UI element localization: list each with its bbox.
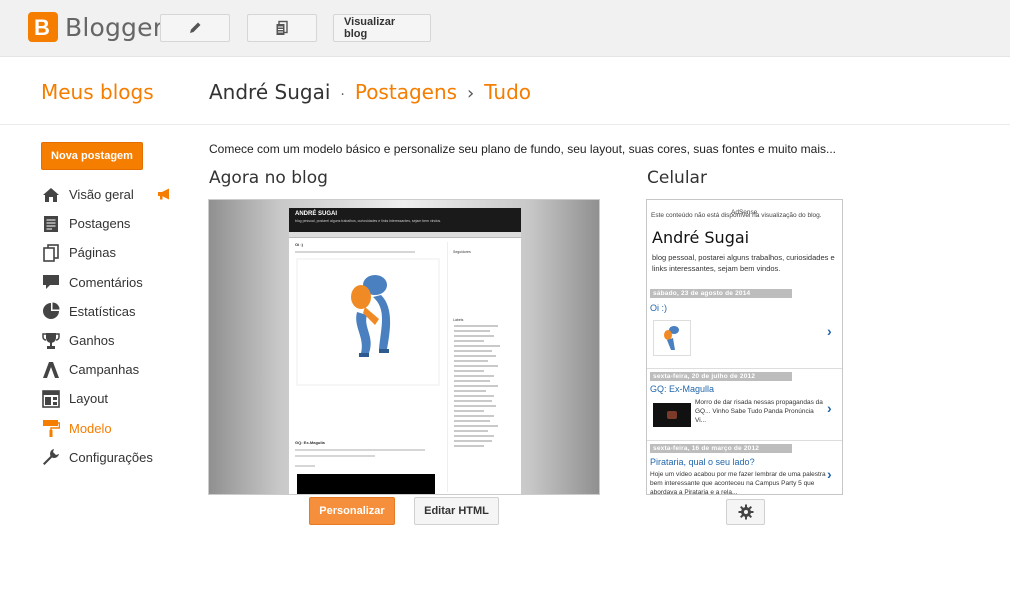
sidebar-item-label: Configurações — [69, 449, 153, 465]
sidebar-item-comments[interactable]: Comentários — [41, 268, 181, 297]
preview-labels-heading: Labels — [453, 318, 464, 322]
campaign-icon — [41, 361, 61, 379]
new-post-button[interactable]: Nova postagem — [41, 142, 143, 170]
mobile-post-snippet: Hoje um vídeo acabou por me fazer lembra… — [650, 471, 826, 495]
page-header: Meus blogs André Sugai · Postagens › Tud… — [0, 58, 1010, 125]
my-blogs-link[interactable]: Meus blogs — [41, 80, 154, 104]
top-bar: B Blogger Visualizar blog — [0, 0, 1010, 57]
preview-header: ANDRÉ SUGAI blog pessoal, postarei algun… — [289, 208, 521, 232]
blogger-logo-icon: B — [28, 12, 58, 42]
mobile-post-chevron[interactable]: › — [827, 466, 832, 482]
sidebar-item-layout[interactable]: Layout — [41, 384, 181, 413]
mobile-post-title[interactable]: Pirataria, qual o seu lado? — [650, 457, 755, 467]
sidebar-item-template[interactable]: Modelo — [41, 414, 181, 443]
home-icon — [41, 186, 61, 204]
mobile-post-chevron[interactable]: › — [827, 400, 832, 416]
mobile-adsense-label: AdSense — [731, 209, 758, 216]
trophy-icon — [41, 332, 61, 350]
mobile-post-date: sábado, 23 de agosto de 2014 — [650, 289, 792, 298]
blogger-logo-text: Blogger — [65, 12, 164, 42]
mobile-post-thumbnail — [653, 403, 691, 427]
preview-main: Oi :) GQ: Ex-Magulla — [295, 242, 441, 471]
layout-icon — [41, 390, 61, 408]
breadcrumb-all[interactable]: Tudo — [484, 80, 531, 104]
view-blog-button[interactable]: Visualizar blog — [333, 14, 431, 42]
mobile-post-chevron[interactable]: › — [827, 323, 832, 339]
mobile-title: Celular — [647, 168, 707, 188]
sidebar-item-settings[interactable]: Configurações — [41, 443, 181, 472]
customize-button[interactable]: Personalizar — [309, 497, 395, 525]
sidebar-item-pages[interactable]: Páginas — [41, 238, 181, 267]
mobile-blog-desc: blog pessoal, postarei alguns trabalhos,… — [652, 253, 835, 273]
wrench-icon — [41, 448, 61, 466]
sidebar-item-campaigns[interactable]: Campanhas — [41, 355, 181, 384]
sidebar-item-stats[interactable]: Estatísticas — [41, 297, 181, 326]
mobile-settings-button[interactable] — [726, 499, 765, 525]
breadcrumb-posts[interactable]: Postagens — [355, 80, 457, 104]
mobile-post-title[interactable]: GQ: Ex-Magulla — [650, 384, 714, 394]
sidebar-item-label: Modelo — [69, 420, 112, 436]
breadcrumb-dot: · — [340, 87, 345, 103]
sidebar-item-posts[interactable]: Postagens — [41, 209, 181, 238]
pie-chart-icon — [41, 302, 61, 320]
sidebar-item-label: Estatísticas — [69, 303, 136, 319]
mobile-post-thumbnail — [653, 320, 691, 356]
comment-icon — [41, 273, 61, 291]
preview-post2-title: GQ: Ex-Magulla — [295, 440, 325, 445]
sidebar-item-label: Visão geral — [69, 187, 134, 203]
paint-roller-icon — [41, 419, 61, 438]
sidebar-item-label: Comentários — [69, 274, 143, 290]
sidebar-item-overview[interactable]: Visão geral — [41, 180, 181, 209]
sidebar-item-label: Campanhas — [69, 362, 140, 378]
blogger-logo[interactable]: B Blogger — [28, 12, 163, 42]
preview-blog-tagline: blog pessoal, postarei alguns trabalhos,… — [295, 219, 442, 223]
new-post-toolbar-button[interactable] — [160, 14, 230, 42]
mobile-blog-title: André Sugai — [652, 228, 750, 247]
breadcrumb-blog-name[interactable]: André Sugai — [209, 80, 330, 104]
intro-text: Comece com um modelo básico e personaliz… — [209, 142, 836, 156]
mobile-post-date: sexta-feira, 16 de março de 2012 — [650, 444, 792, 453]
preview-sidebar: Seguidores Labels — [447, 242, 517, 492]
sidebar-item-label: Páginas — [69, 245, 116, 261]
preview-side-heading: Seguidores — [453, 250, 471, 254]
sidebar-item-label: Ganhos — [69, 333, 115, 349]
gear-icon — [738, 504, 753, 520]
documents-icon — [276, 20, 288, 35]
sidebar-item-earnings[interactable]: Ganhos — [41, 326, 181, 355]
mobile-post-date: sexta-feira, 20 de julho de 2012 — [650, 372, 792, 381]
edit-html-button[interactable]: Editar HTML — [414, 497, 499, 525]
pages-icon — [41, 244, 61, 262]
posts-icon — [41, 215, 61, 233]
posts-toolbar-button[interactable] — [247, 14, 317, 42]
sidebar-item-label: Layout — [69, 391, 109, 407]
now-on-blog-title: Agora no blog — [209, 168, 328, 188]
preview-blog-title: ANDRÉ SUGAI — [295, 211, 338, 217]
preview-video — [297, 474, 435, 494]
mobile-preview[interactable]: Este conteúdo não está disponível na vis… — [646, 199, 843, 495]
mobile-post-snippet: Morro de dar risada nessas propagandas d… — [695, 399, 823, 424]
preview-post-image — [296, 258, 440, 386]
preview-post1-title: Oi :) — [295, 242, 303, 247]
preview-page: ANDRÉ SUGAI blog pessoal, postarei algun… — [289, 208, 521, 494]
megaphone-icon — [158, 188, 169, 200]
blog-preview[interactable]: ANDRÉ SUGAI blog pessoal, postarei algun… — [208, 199, 600, 495]
sidebar-nav: Visão geral Postagens Páginas Comentário… — [41, 180, 181, 472]
preview-nav — [289, 232, 521, 238]
breadcrumb: André Sugai · Postagens › Tudo — [209, 80, 531, 104]
mobile-post-title[interactable]: Oi :) — [650, 303, 667, 313]
pencil-icon — [190, 22, 201, 33]
breadcrumb-separator: › — [467, 83, 475, 104]
sidebar-item-label: Postagens — [69, 216, 131, 232]
